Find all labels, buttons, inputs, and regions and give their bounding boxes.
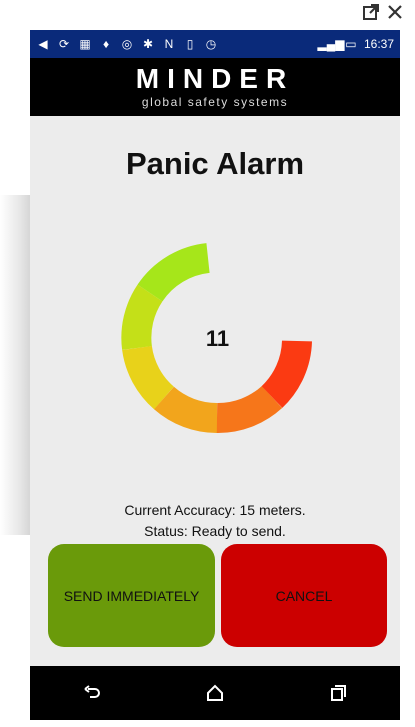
status-label: Status: Ready to send. [144,523,286,539]
gauge-value: 11 [205,325,230,351]
image-icon: ▦ [79,37,91,51]
send-immediately-button[interactable]: SEND IMMEDIATELY [48,544,215,647]
recents-icon[interactable] [318,673,358,713]
cancel-button[interactable]: CANCEL [221,544,387,647]
brand-logo: MINDER [135,63,295,94]
close-icon[interactable] [384,3,406,25]
nfc-icon: ◎ [121,37,133,51]
battery-icon: ▭ [345,37,357,51]
notification-icons: ◀ ⟳ ▦ ♦ ◎ ✱ N ▯ ◷ [36,37,324,51]
home-icon[interactable] [195,673,235,713]
status-time: 16:37 [363,37,394,51]
phone-screen: ◀ ⟳ ▦ ♦ ◎ ✱ N ▯ ◷ ▂▄▆ ▭ 16:37 MINDER glo… [30,30,400,720]
window-shadow [0,195,34,535]
vibrate-icon: ▯ [186,37,194,51]
main-content: Panic Alarm 11 Current Accuracy: 15 mete… [30,116,400,666]
alarm-icon: ◷ [205,37,217,51]
sync-icon: ⟳ [58,37,70,51]
twitter-icon: ♦ [102,37,110,51]
status-bar: ◀ ⟳ ▦ ♦ ◎ ✱ N ▯ ◷ ▂▄▆ ▭ 16:37 [30,30,400,58]
bluetooth-icon: ✱ [142,37,154,51]
external-window-icon[interactable] [360,3,382,25]
app-header: MINDER global safety systems [30,58,400,116]
brand-tagline: global safety systems [141,95,289,109]
back-icon[interactable] [72,673,112,713]
status-info: Current Accuracy: 15 meters. Status: Rea… [30,500,400,542]
window-titlebar [30,0,415,30]
back-arrow-icon: ◀ [38,37,48,51]
signal-icon: ▂▄▆ [317,37,345,51]
navigation-bar [30,666,400,720]
page-title: Panic Alarm [125,146,305,181]
accuracy-label: Current Accuracy: 15 meters. [124,502,306,518]
accuracy-gauge: 11 [120,241,315,436]
n-icon: N [164,37,174,51]
